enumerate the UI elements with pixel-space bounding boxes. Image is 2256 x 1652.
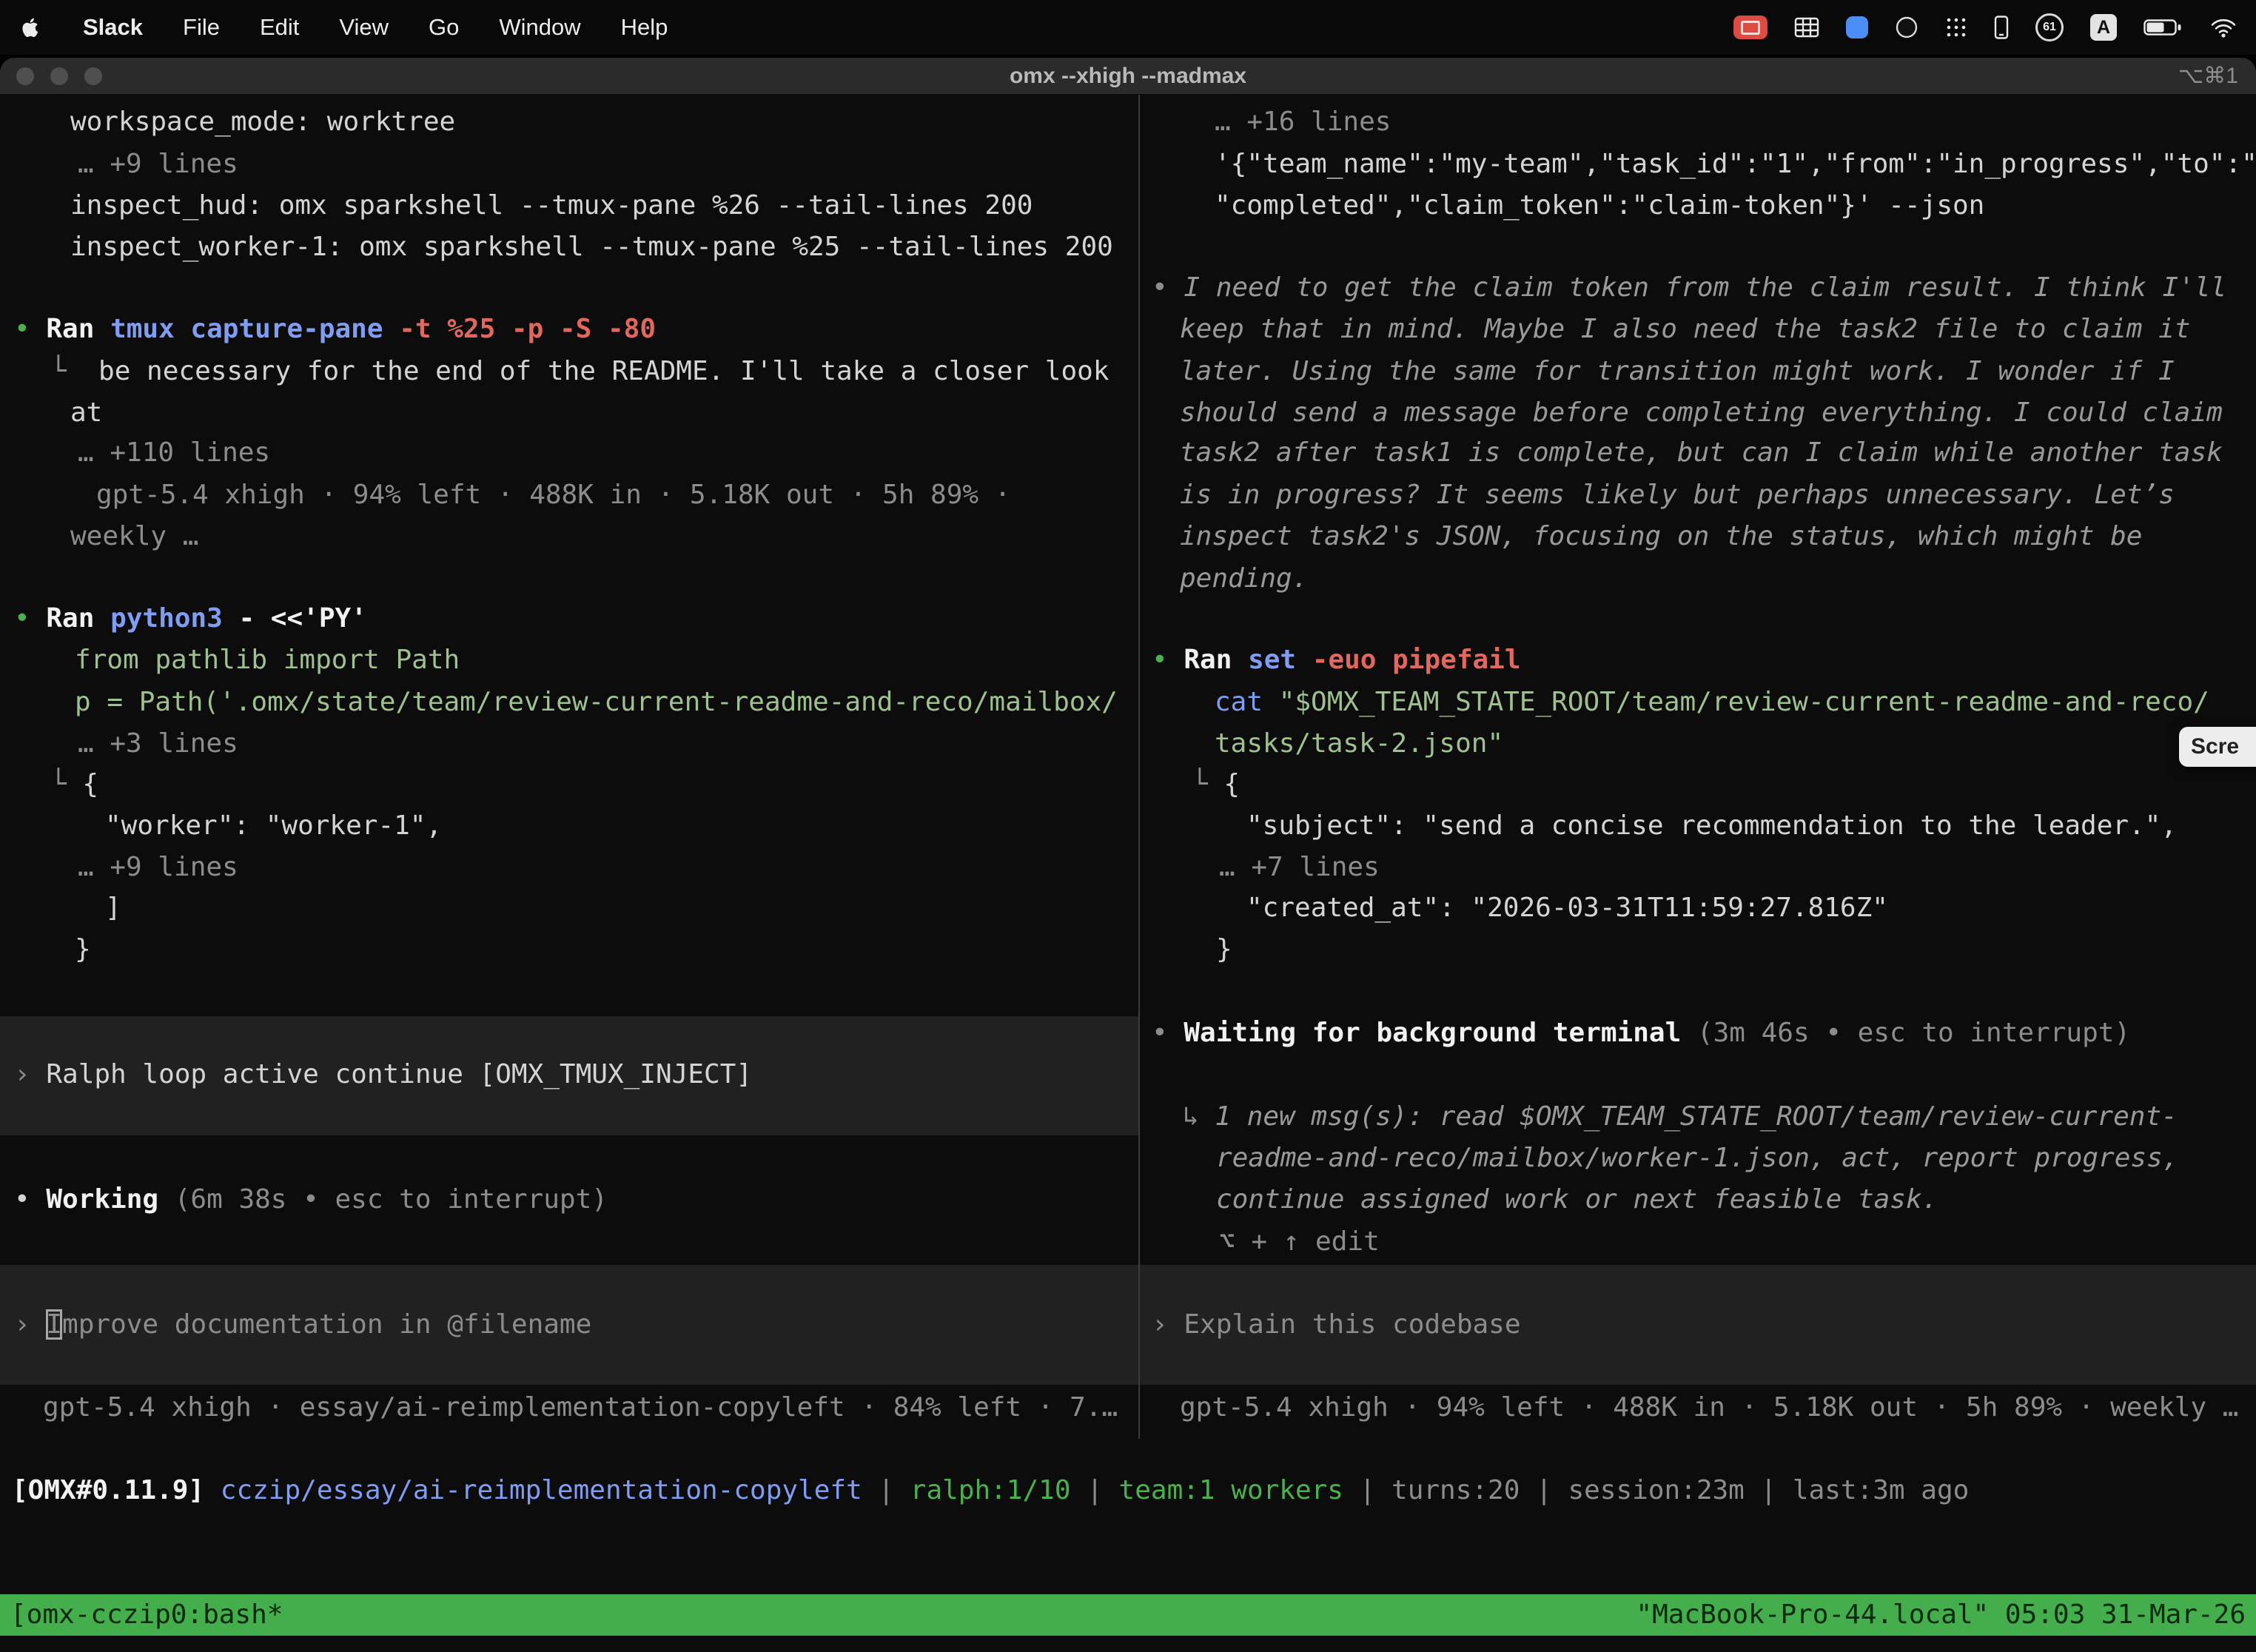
terminal-line-left: } [75, 929, 91, 970]
terminal-line-right: '{"team_name":"my-team","task_id":"1","f… [1215, 144, 2256, 185]
terminal-line-right: … +7 lines [1219, 847, 1380, 888]
terminal-line-right: later. Using the same for transition mig… [1180, 351, 2175, 392]
terminal-line-right: pending. [1180, 558, 1308, 600]
terminal-line-left: … +9 lines [78, 847, 238, 888]
screen: Slack File Edit View Go Window Help 61 [0, 0, 2256, 1652]
pane-divider[interactable] [1138, 95, 1140, 1439]
terminal-line-left: … +110 lines [78, 432, 270, 474]
terminal-line-right: } [1216, 929, 1232, 970]
ran-tmux-capture-line: • Ran tmux capture-pane -t %25 -p -S -80 [14, 309, 656, 350]
terminal-line-right: ↳ 1 new msg(s): read $OMX_TEAM_STATE_ROO… [1183, 1096, 2178, 1138]
left-pane-footer: gpt-5.4 xhigh · essay/ai-reimplementatio… [43, 1387, 1118, 1428]
waiting-status-line: • Waiting for background terminal (3m 46… [1152, 1013, 2130, 1054]
terminal-line-right: continue assigned work or next feasible … [1216, 1179, 1938, 1220]
terminal-line-right: └ { [1192, 764, 1240, 805]
terminal-line-right: "created_at": "2026-03-31T11:59:27.816Z" [1246, 887, 1888, 929]
terminal-line-left: inspect_hud: omx sparkshell --tmux-pane … [70, 185, 1033, 226]
terminal-line-right: keep that in mind. Maybe I also need the… [1180, 309, 2190, 350]
terminal-line-left: at [70, 392, 102, 434]
terminal-line-left: "worker": "worker-1", [105, 805, 442, 847]
terminal-line-left: └ be necessary for the end of the README… [50, 351, 1109, 392]
terminal-line-left: p = Path('.omx/state/team/review-current… [75, 682, 1118, 723]
terminal-line-right: task2 after task1 is complete, but can I… [1180, 432, 2223, 474]
prompt-placeholder-line[interactable]: › Improve documentation in @filename [14, 1304, 591, 1346]
terminal-line-left: … +3 lines [78, 723, 238, 765]
tmux-host-clock: "MacBook-Pro-44.local" 05:03 31-Mar-26 [1636, 1594, 2246, 1636]
ran-python-line: • Ran python3 - <<'PY' [14, 598, 367, 639]
screen-share-overlay[interactable]: Scre [2179, 727, 2256, 767]
terminal-line-left: ] [105, 887, 121, 929]
terminal-line-left: from pathlib import Path [75, 639, 460, 681]
terminal-line-right: readme-and-reco/mailbox/worker-1.json, a… [1216, 1138, 2178, 1179]
working-status-line: • Working (6m 38s • esc to interrupt) [14, 1179, 608, 1220]
terminal-line-left: inspect_worker-1: omx sparkshell --tmux-… [70, 226, 1113, 268]
thinking-line: • I need to get the claim token from the… [1152, 267, 2226, 309]
terminal-line-right: cat "$OMX_TEAM_STATE_ROOT/team/review-cu… [1215, 682, 2209, 723]
terminal-line-right: is in progress? It seems likely but perh… [1180, 474, 2175, 516]
terminal-line-right: "completed","claim_token":"claim-token"}… [1215, 185, 1984, 226]
terminal-line-right: inspect task2's JSON, focusing on the st… [1180, 516, 2142, 557]
terminal-line-right: "subject": "send a concise recommendatio… [1246, 805, 2177, 847]
terminal-line-right: tasks/task-2.json" [1215, 723, 1503, 765]
ran-set-pipefail-line: • Ran set -euo pipefail [1152, 639, 1521, 681]
omx-session-status-line: [OMX#0.11.9] cczip/essay/ai-reimplementa… [12, 1470, 1969, 1511]
terminal-line-right: … +16 lines [1215, 101, 1391, 143]
terminal-line-left: … +9 lines [78, 144, 238, 185]
tmux-status-bar: [omx-cczip0:bash* "MacBook-Pro-44.local"… [0, 1594, 2256, 1636]
terminal-line-left: weekly … [70, 516, 198, 557]
terminal-line-right: should send a message before completing … [1180, 392, 2223, 434]
terminal-line-left: workspace_mode: worktree [70, 101, 455, 143]
tmux-session: workspace_mode: worktree… +9 linesinspec… [0, 0, 2256, 1652]
suggestion-line[interactable]: › Explain this codebase [1152, 1304, 1521, 1346]
tmux-session-name: [omx-cczip0:bash* [10, 1594, 283, 1636]
right-pane-footer: gpt-5.4 xhigh · 94% left · 488K in · 5.1… [1180, 1387, 2238, 1428]
terminal-line-left: └ { [50, 764, 98, 805]
terminal-line-left: gpt-5.4 xhigh · 94% left · 488K in · 5.1… [96, 474, 1010, 516]
terminal-line-right: ⌥ + ↑ edit [1219, 1221, 1380, 1263]
ralph-loop-input-line[interactable]: › Ralph loop active continue [OMX_TMUX_I… [14, 1054, 752, 1095]
